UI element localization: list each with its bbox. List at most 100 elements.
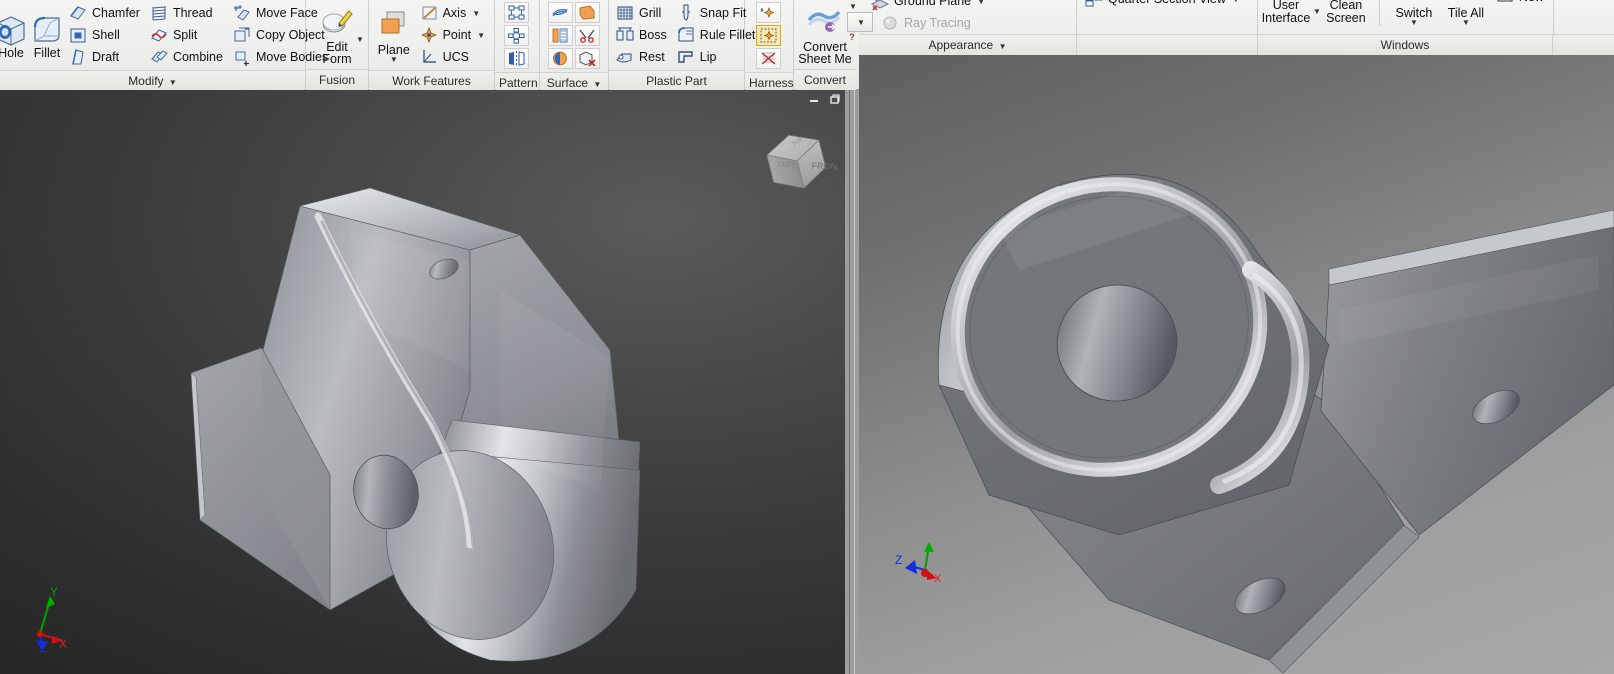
panel-label-plastic-part[interactable]: Plastic Part [609,70,744,91]
point-button[interactable]: Point ▼ [416,24,491,46]
panel-label-convert[interactable]: Convert [794,69,856,90]
appearance-dropdown-button[interactable]: ▼ [847,12,873,32]
point-icon [419,25,439,45]
split-button[interactable]: Split [146,24,229,46]
delete-face-icon[interactable] [574,48,600,69]
mirror-icon[interactable] [504,48,529,69]
fillet-icon [30,13,64,47]
ground-plane-label: Ground Plane [894,0,972,8]
lip-label: Lip [699,49,717,64]
thread-button[interactable]: Thread [146,2,229,24]
boss-label: Boss [639,27,667,42]
delete-pin-icon[interactable] [756,48,781,69]
rest-icon [615,47,635,67]
ribbon-panel-work-features: Plane ▼ Axis ▼ Point ▼ UCS Work Features [369,0,494,91]
axis-y-label: Y [50,585,58,599]
edit-form-icon [320,7,354,41]
rectangular-pattern-icon[interactable] [504,2,529,23]
panel-label-work-features[interactable]: Work Features [369,70,494,91]
combine-icon [149,47,169,67]
move-face-icon [232,3,252,23]
axis-triad: X Z [877,530,957,600]
minimize-icon[interactable] [807,92,821,106]
switch-button[interactable]: Switch ▼ [1388,4,1440,27]
place-pin-icon[interactable] [756,25,781,46]
convert-sheet-metal-icon [808,7,842,41]
panel-divider [1378,0,1380,26]
circular-pattern-icon[interactable] [504,25,529,46]
chamfer-button[interactable]: Chamfer [65,2,146,24]
ribbon-panel-modify: Hole Fillet Chamfer Shell Draft Thread S… [0,0,328,91]
patch-icon[interactable] [574,2,600,23]
sculpt-icon[interactable] [547,48,573,69]
axis-z-label: Z [895,553,902,567]
panel-label-full [1553,34,1614,55]
ucs-button[interactable]: UCS [416,46,491,68]
pivot2-model [937,173,1614,674]
shell-button[interactable]: Shell [65,24,146,46]
tile-all-button[interactable]: Tile All ▼ [1440,4,1492,27]
create-pin-icon[interactable] [756,2,781,23]
convert-sheet-metal-button[interactable]: Convert Sheet Me [797,4,853,66]
thicken-offset-icon[interactable] [547,2,573,23]
edit-form-button[interactable]: Edit Form ▼ [309,4,365,66]
draft-label: Draft [92,49,120,64]
panel-label-fusion[interactable]: Fusion [306,69,368,90]
harness-gallery [756,2,782,70]
stitch-icon[interactable] [547,25,573,46]
edit-form-label: Edit Form [322,39,352,66]
axis-z-label: Z [40,643,47,652]
pivot1-viewport[interactable]: FRONT LEFT TOP Y X Z [0,90,845,674]
restore-icon[interactable] [827,92,841,106]
viewport-window-controls [807,92,841,106]
surface-gallery [547,2,601,70]
new-window-label: New [1519,0,1544,3]
panel-label-windows[interactable]: Windows [1258,34,1552,55]
grill-button[interactable]: Grill [612,2,673,24]
thread-label: Thread [172,5,213,20]
draft-icon [68,47,88,67]
fillet-button[interactable]: Fillet [29,10,65,61]
ucs-icon [419,47,439,67]
clean-screen-button[interactable]: Clean Screen [1321,0,1371,26]
rest-button[interactable]: Rest [612,46,673,68]
combine-button[interactable]: Combine [146,46,229,68]
chamfer-label: Chamfer [92,5,140,20]
viewcube[interactable]: FRONT LEFT TOP [757,120,837,200]
full-navigation-button[interactable]: Full [1559,0,1611,3]
plane-icon [377,10,411,44]
viewport-splitter[interactable] [845,90,859,674]
ground-plane-icon [870,0,890,11]
panel-label-appearance[interactable]: Appearance ▼ [859,34,1076,55]
draft-button[interactable]: Draft [65,46,146,68]
plane-button[interactable]: Plane ▼ [372,7,416,64]
pivot2-viewport[interactable]: X Z pivot1.ipt pivot2.ipt ⌧ [859,55,1614,674]
user-interface-button[interactable]: User Interface [1259,0,1313,26]
ray-tracing-button[interactable]: Ray Tracing [877,12,977,34]
chevron-down-icon[interactable]: ▼ [1313,7,1321,15]
chevron-down-icon[interactable]: ▼ [849,2,857,11]
boss-button[interactable]: Boss [612,24,673,46]
panel-divider [1257,0,1258,34]
combine-label: Combine [172,49,223,64]
trim-icon[interactable] [574,25,600,46]
panel-label-modify[interactable]: Modify ▼ [0,70,305,91]
shell-icon [68,25,88,45]
ucs-label: UCS [442,49,469,64]
viewcube-front-label: FRONT [811,161,837,172]
copy-object-icon [232,25,252,45]
quarter-section-view-button[interactable]: Quarter Section View ▼ [1081,0,1246,10]
quarter-section-view-label: Quarter Section View [1108,0,1226,5]
axis-button[interactable]: Axis ▼ [416,2,491,24]
hole-label: Hole [0,45,24,60]
new-window-button[interactable]: New [1492,0,1550,8]
ground-plane-button[interactable]: Ground Plane ▼ [867,0,991,12]
axis-icon [419,3,439,23]
help-icon[interactable]: ? [849,32,855,42]
ray-tracing-label: Ray Tracing [904,15,971,30]
plastic-part-buttons: Grill Boss Rest Snap Fit Rule Fillet Lip [612,2,761,68]
quarter-section-view-icon [1084,0,1104,9]
hole-button[interactable]: Hole [0,10,29,61]
panel-label-section [1077,34,1257,55]
user-interface-label: User Interface [1261,0,1311,25]
